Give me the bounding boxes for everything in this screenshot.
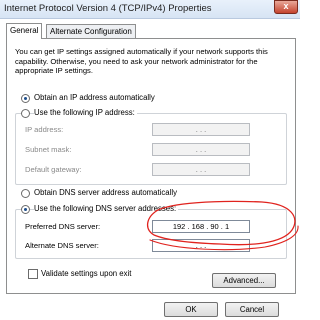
tab-general[interactable]: General [6, 23, 43, 39]
window-title: Internet Protocol Version 4 (TCP/IPv4) P… [4, 3, 212, 14]
alternate-dns-label: Alternate DNS server: [25, 241, 99, 250]
default-gateway-field[interactable]: . . . [152, 163, 250, 176]
dns-manual-radio[interactable] [21, 205, 30, 214]
ip-manual-radio[interactable] [21, 109, 30, 118]
close-icon: x [283, 1, 289, 11]
title-bar: Internet Protocol Version 4 (TCP/IPv4) P… [0, 0, 300, 19]
tab-alternate-configuration[interactable]: Alternate Configuration [46, 24, 136, 38]
ip-manual-label: Use the following IP address: [34, 108, 137, 117]
validate-checkbox[interactable] [28, 269, 38, 279]
dns-manual-label: Use the following DNS server addresses: [34, 204, 179, 213]
preferred-dns-field[interactable]: 192 . 168 . 90 . 1 [152, 220, 250, 233]
ip-address-label: IP address: [25, 125, 64, 134]
dns-auto-label: Obtain DNS server address automatically [34, 188, 178, 197]
close-button[interactable]: x [274, 0, 298, 14]
ip-address-field[interactable]: . . . [152, 123, 250, 136]
subnet-mask-label: Subnet mask: [25, 145, 72, 154]
default-gateway-label: Default gateway: [25, 165, 82, 174]
dns-auto-radio[interactable] [21, 189, 30, 198]
cancel-button[interactable]: Cancel [225, 302, 279, 317]
validate-label: Validate settings upon exit [41, 269, 132, 278]
preferred-dns-label: Preferred DNS server: [25, 222, 101, 231]
ip-auto-label: Obtain an IP address automatically [34, 93, 155, 102]
intro-text: You can get IP settings assigned automat… [15, 47, 268, 75]
alternate-dns-field[interactable]: . . . [152, 239, 250, 252]
ok-button[interactable]: OK [164, 302, 218, 317]
subnet-mask-field[interactable]: . . . [152, 143, 250, 156]
ip-auto-radio[interactable] [21, 94, 30, 103]
advanced-button[interactable]: Advanced... [212, 273, 276, 288]
general-panel: You can get IP settings assigned automat… [6, 38, 296, 294]
